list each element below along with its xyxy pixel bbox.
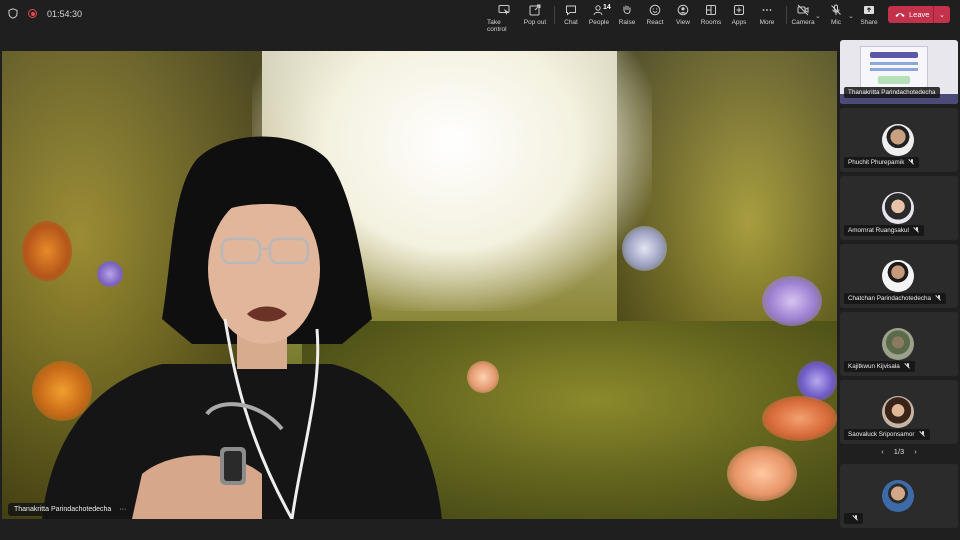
more-button[interactable]: More	[750, 4, 784, 26]
pop-out-label: Pop out	[523, 19, 547, 26]
hang-up-icon	[895, 12, 905, 17]
participant-tile[interactable]: Chatchan Parindachotedecha	[840, 244, 958, 308]
background-flower	[467, 361, 499, 393]
mic-muted-icon	[909, 159, 915, 166]
participant-name-tag: Chatchan Parindachotedecha	[844, 293, 946, 304]
mic-muted-icon	[914, 227, 920, 234]
raise-hand-icon	[623, 5, 631, 14]
participant-tile[interactable]: Thanakritta Parindachotedecha	[840, 40, 958, 104]
chat-icon	[566, 5, 576, 16]
take-control-button[interactable]: Take control	[487, 4, 521, 33]
mic-muted-icon	[936, 295, 942, 302]
avatar	[882, 192, 914, 224]
leave-main[interactable]: Leave	[888, 6, 934, 23]
pop-out-icon	[529, 4, 541, 16]
avatar	[882, 480, 914, 512]
people-label: People	[588, 19, 610, 26]
avatar	[882, 260, 914, 292]
previous-page-chevron-icon[interactable]: ‹	[881, 447, 884, 456]
background-mushroom	[762, 396, 837, 441]
share-button[interactable]: Share	[852, 4, 886, 26]
view-label: View	[676, 19, 690, 26]
presenter-name: Thanakritta Parindachotedecha	[14, 506, 112, 513]
participant-name: Kajitkwun Kijvisala	[848, 363, 900, 370]
more-icon	[762, 9, 772, 11]
take-control-label: Take control	[487, 19, 507, 33]
meeting-toolbar: 01:54:30 Take control Pop out Chat 14 Pe…	[0, 0, 960, 33]
participant-tile[interactable]: Amornrat Ruangsakul	[840, 176, 958, 240]
participant-name: Amornrat Ruangsakul	[848, 227, 909, 234]
participant-name-tag: Amornrat Ruangsakul	[844, 225, 924, 236]
recording-icon	[28, 9, 37, 18]
background-flower	[622, 226, 667, 271]
more-label: More	[759, 19, 775, 26]
page-indicator: 1/3	[893, 447, 905, 456]
leave-label: Leave	[909, 10, 930, 19]
avatar	[882, 124, 914, 156]
participant-name-tag: Kajitkwun Kijvisala	[844, 361, 915, 372]
shield-icon	[8, 8, 18, 19]
participant-tile[interactable]: Kajitkwun Kijvisala	[840, 312, 958, 376]
meeting-timer: 01:54:30	[47, 8, 83, 19]
participant-name-tag	[844, 513, 863, 524]
avatar	[882, 328, 914, 360]
participant-name-tag: Thanakritta Parindachotedecha	[844, 87, 940, 98]
mic-muted-icon	[905, 363, 911, 370]
share-label: Share	[860, 19, 878, 26]
presenter-name-tag: Thanakritta Parindachotedecha ···	[8, 503, 133, 516]
background-flower	[797, 361, 837, 401]
camera-off-icon	[797, 4, 809, 16]
view-icon	[677, 4, 689, 16]
leave-options-chevron-icon[interactable]: ⌄	[934, 11, 950, 19]
apps-label: Apps	[731, 19, 747, 26]
background-flower	[762, 276, 822, 326]
camera-label: Camera	[791, 19, 815, 26]
background-flower	[727, 446, 797, 501]
mic-off-icon	[831, 4, 841, 15]
main-video-stage: Thanakritta Parindachotedecha ···	[2, 51, 837, 519]
rooms-icon	[706, 5, 716, 15]
avatar	[882, 396, 914, 428]
participant-name: Chatchan Parindachotedecha	[848, 295, 931, 302]
raise-label: Raise	[618, 19, 636, 26]
more-options-icon[interactable]: ···	[119, 506, 126, 513]
participant-tile[interactable]: Saovaluck Sriponsamor	[840, 380, 958, 444]
chat-label: Chat	[564, 19, 578, 26]
apps-icon	[734, 5, 744, 15]
mic-muted-icon	[853, 515, 859, 522]
share-icon	[864, 6, 874, 14]
participant-name: Phuchit Phurepamik	[848, 159, 905, 166]
participant-tile[interactable]	[840, 464, 958, 528]
participant-name: Saovaluck Sriponsamor	[848, 431, 915, 438]
next-page-chevron-icon[interactable]: ›	[914, 447, 917, 456]
take-control-icon	[498, 5, 510, 15]
gallery-pager: ‹ 1/3 ›	[840, 447, 958, 456]
leave-button[interactable]: Leave ⌄	[888, 6, 950, 23]
mic-muted-icon	[920, 431, 926, 438]
participant-name-tag: Saovaluck Sriponsamor	[844, 429, 930, 440]
participant-name: Thanakritta Parindachotedecha	[848, 89, 936, 96]
presenter-video	[42, 136, 442, 519]
rooms-label: Rooms	[700, 19, 722, 26]
participant-name-tag: Phuchit Phurepamik	[844, 157, 920, 168]
react-label: React	[646, 19, 664, 26]
participant-tile[interactable]: Phuchit Phurepamik	[840, 108, 958, 172]
react-icon	[649, 4, 661, 16]
meeting-status: 01:54:30	[8, 8, 82, 19]
mic-label: Mic	[830, 19, 842, 26]
pop-out-button[interactable]: Pop out	[518, 4, 552, 26]
